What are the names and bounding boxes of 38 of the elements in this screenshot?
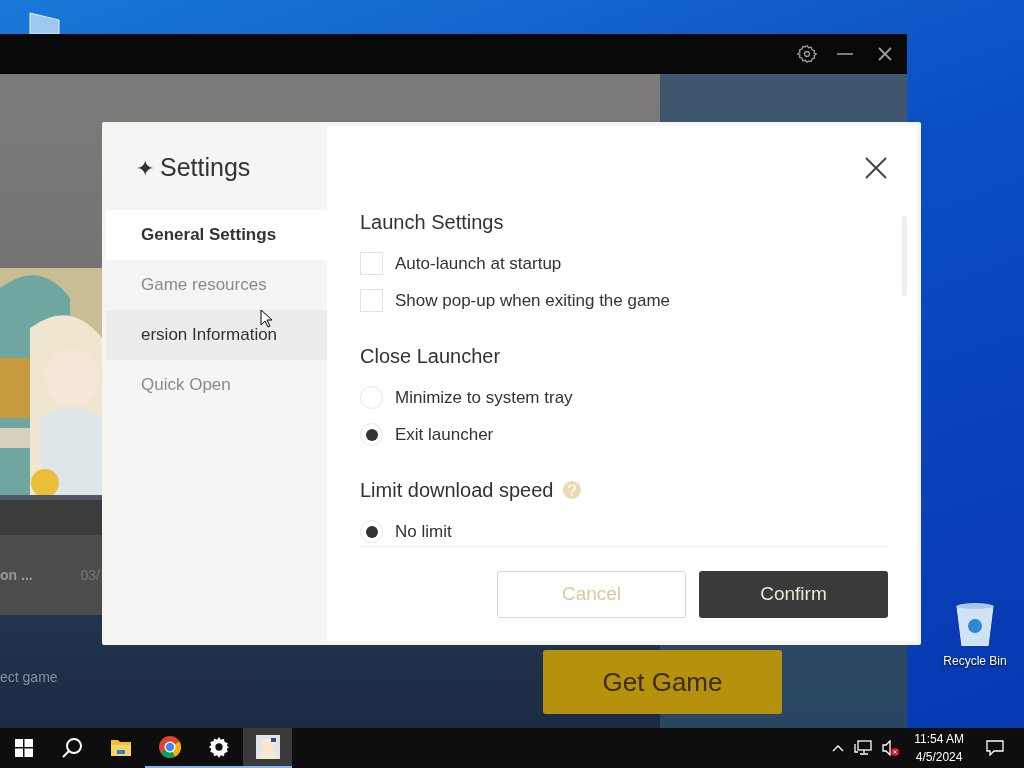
section-heading: Limit download speed	[360, 478, 554, 503]
option-label: Minimize to system tray	[395, 386, 573, 409]
game-link[interactable]: ect game	[0, 667, 102, 688]
confirm-button[interactable]: Confirm	[699, 571, 888, 618]
option-label: Exit launcher	[395, 423, 494, 446]
radio-button[interactable]	[360, 423, 383, 446]
network-icon[interactable]	[854, 740, 873, 756]
volume-muted-icon[interactable]	[882, 740, 901, 756]
close-icon[interactable]	[864, 156, 888, 180]
notification-icon[interactable]	[986, 740, 1004, 756]
chevron-up-icon[interactable]	[832, 744, 845, 752]
option-label: Auto-launch at startup	[395, 252, 562, 275]
character-icon	[255, 735, 280, 759]
checkbox[interactable]	[360, 289, 383, 312]
option-label: No limit	[395, 520, 452, 543]
folder-icon	[109, 737, 132, 757]
gear-icon	[207, 736, 230, 758]
search-icon	[61, 737, 83, 759]
checkbox[interactable]	[360, 252, 383, 275]
option-label: Show pop-up when exiting the game	[395, 289, 670, 312]
taskbar-app[interactable]	[243, 728, 292, 768]
section-heading: Launch Settings	[360, 210, 504, 235]
desktop-icon-label[interactable]: Recycle Bin	[943, 652, 1007, 670]
dialog-title: Settings	[160, 152, 251, 184]
clock-time[interactable]: 11:54 AM	[914, 730, 964, 748]
windows-icon	[15, 739, 33, 757]
sparkle-icon: ✦	[136, 151, 154, 185]
browser-icon	[157, 735, 182, 759]
settings-icon[interactable]	[797, 44, 817, 64]
nav-item[interactable]: General Settings	[106, 210, 327, 260]
radio-button[interactable]	[360, 386, 383, 409]
nav-item[interactable]: ersion Information	[106, 310, 327, 360]
radio-button[interactable]	[360, 520, 383, 543]
get-game-button[interactable]: Get Game	[543, 650, 782, 714]
section-heading: Close Launcher	[360, 344, 501, 369]
clock-date[interactable]: 4/5/2024	[915, 748, 963, 766]
recycle-bin-icon[interactable]	[955, 602, 995, 646]
mouse-cursor	[260, 309, 272, 328]
